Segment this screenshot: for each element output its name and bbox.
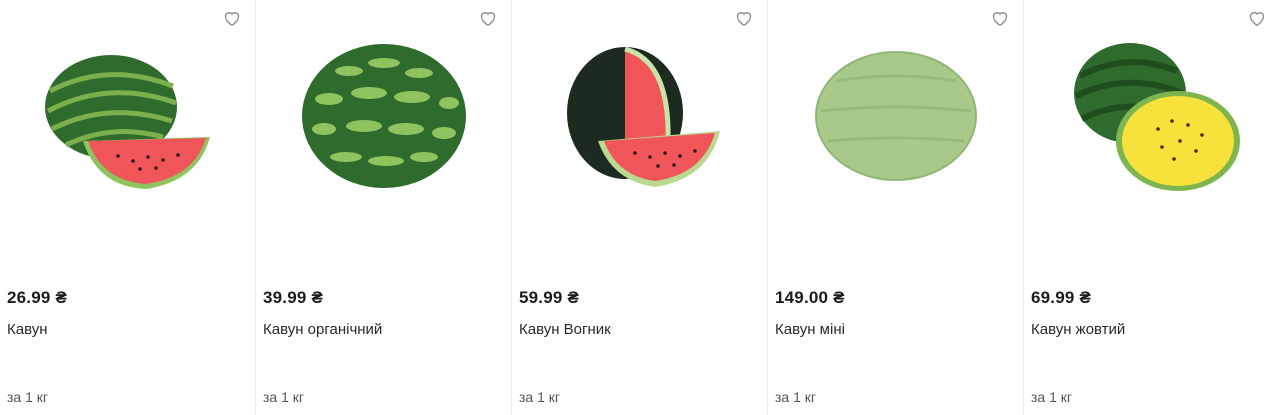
product-name[interactable]: Кавун органічний — [263, 321, 382, 338]
product-price: 39.99 ₴ — [263, 288, 324, 307]
product-card[interactable]: 39.99 ₴ Кавун органічний за 1 кг — [256, 0, 512, 415]
product-name[interactable]: Кавун Вогник — [519, 321, 611, 338]
product-price: 149.00 ₴ — [775, 288, 845, 307]
heart-outline-icon[interactable] — [221, 8, 243, 28]
light-green-watermelon-icon[interactable] — [768, 28, 1024, 204]
product-unit: за 1 кг — [775, 389, 817, 405]
yellow-watermelon-icon[interactable] — [1024, 28, 1280, 204]
product-grid: 26.99 ₴ Кавун за 1 кг 39.99 ₴ Кавун орга… — [0, 0, 1280, 415]
product-card[interactable]: 69.99 ₴ Кавун жовтий за 1 кг — [1024, 0, 1280, 415]
watermelon-with-slice-icon[interactable] — [0, 28, 256, 204]
product-price: 59.99 ₴ — [519, 288, 580, 307]
striped-watermelon-icon[interactable] — [256, 28, 512, 204]
product-unit: за 1 кг — [7, 389, 49, 405]
product-unit: за 1 кг — [519, 389, 561, 405]
product-name[interactable]: Кавун — [7, 321, 48, 338]
heart-outline-icon[interactable] — [1246, 8, 1268, 28]
heart-outline-icon[interactable] — [477, 8, 499, 28]
product-unit: за 1 кг — [263, 389, 305, 405]
product-price: 26.99 ₴ — [7, 288, 68, 307]
heart-outline-icon[interactable] — [989, 8, 1011, 28]
product-card[interactable]: 26.99 ₴ Кавун за 1 кг — [0, 0, 256, 415]
dark-watermelon-cut-icon[interactable] — [512, 28, 768, 204]
product-price: 69.99 ₴ — [1031, 288, 1092, 307]
heart-outline-icon[interactable] — [733, 8, 755, 28]
product-name[interactable]: Кавун жовтий — [1031, 321, 1125, 338]
product-card[interactable]: 59.99 ₴ Кавун Вогник за 1 кг — [512, 0, 768, 415]
product-name[interactable]: Кавун міні — [775, 321, 845, 338]
product-card[interactable]: 149.00 ₴ Кавун міні за 1 кг — [768, 0, 1024, 415]
product-unit: за 1 кг — [1031, 389, 1073, 405]
